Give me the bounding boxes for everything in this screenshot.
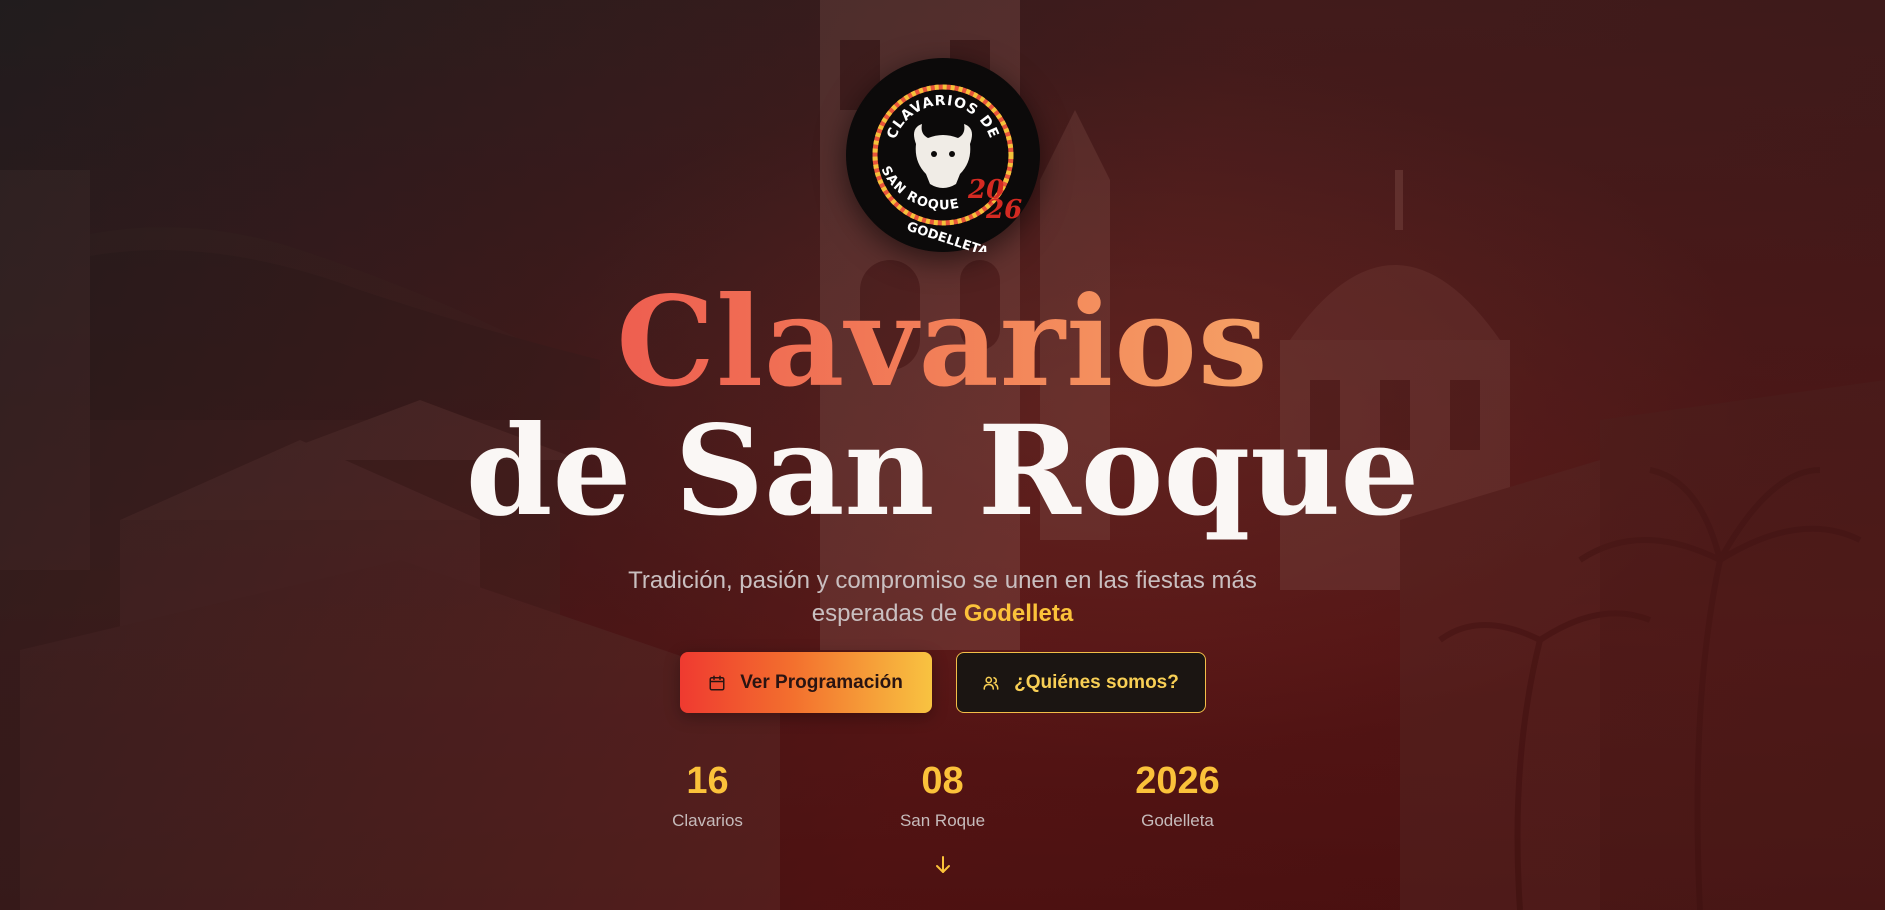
clavarios-logo: CLAVARIOS DE SAN ROQUE GODELLETA 20 26 xyxy=(845,58,1040,252)
stat-san-roque: 08 San Roque xyxy=(825,759,1060,831)
stat-value: 08 xyxy=(921,760,964,802)
subtitle-text: Tradición, pasión y compromiso se unen e… xyxy=(628,567,1257,627)
quienes-somos-label: ¿Quiénes somos? xyxy=(1014,671,1179,693)
hero-section: CLAVARIOS DE SAN ROQUE GODELLETA 20 26 C… xyxy=(0,0,1885,910)
stat-clavarios: 16 Clavarios xyxy=(590,759,825,831)
subtitle-highlight: Godelleta xyxy=(963,600,1074,627)
stat-value: 2026 xyxy=(1135,760,1220,802)
page-title-line2: de San Roque xyxy=(465,399,1420,544)
calendar-icon xyxy=(708,674,726,692)
logo-year-b: 26 xyxy=(985,195,1022,225)
users-icon xyxy=(982,674,1000,692)
hero-subtitle: Tradición, pasión y compromiso se unen e… xyxy=(593,564,1293,630)
hero-content: CLAVARIOS DE SAN ROQUE GODELLETA 20 26 C… xyxy=(0,0,1885,910)
stat-godelleta: 2026 Godelleta xyxy=(1060,759,1295,831)
stats-row: 16 Clavarios 08 San Roque 2026 Godelleta xyxy=(590,759,1295,831)
arrow-down-icon[interactable] xyxy=(931,853,955,877)
stat-label: San Roque xyxy=(899,811,986,830)
stat-value: 16 xyxy=(686,760,729,802)
ver-programacion-button[interactable]: Ver Programación xyxy=(679,652,932,713)
stat-label: Godelleta xyxy=(1141,811,1214,830)
ver-programacion-label: Ver Programación xyxy=(740,671,903,693)
hero-buttons: Ver Programación ¿Quiénes somos? xyxy=(679,652,1206,713)
stat-label: Clavarios xyxy=(672,811,743,830)
page-title-line1: Clavarios xyxy=(616,270,1269,415)
quienes-somos-button[interactable]: ¿Quiénes somos? xyxy=(955,652,1206,713)
